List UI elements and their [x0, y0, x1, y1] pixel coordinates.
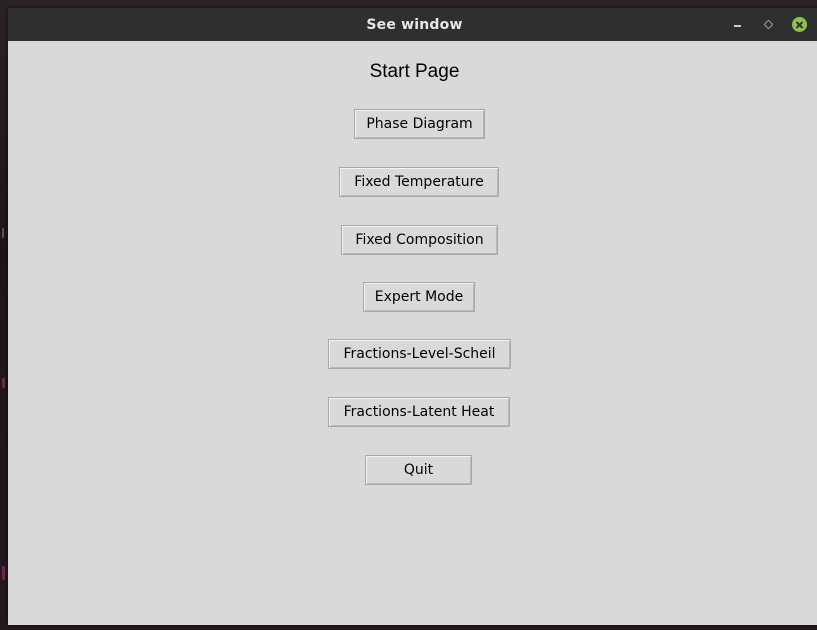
fractions-level-scheil-button[interactable]: Fractions-Level-Scheil [328, 339, 511, 369]
desktop-artifact [2, 228, 4, 238]
maximize-button[interactable] [759, 16, 777, 34]
desktop-artifact [2, 378, 5, 388]
title-bar[interactable]: See window [8, 8, 817, 41]
expert-mode-button[interactable]: Expert Mode [363, 282, 475, 312]
close-button[interactable] [790, 16, 808, 34]
close-icon [791, 17, 807, 32]
window-controls [715, 8, 817, 41]
fixed-temperature-button[interactable]: Fixed Temperature [339, 167, 499, 197]
page-title: Start Page [369, 61, 460, 82]
quit-button[interactable]: Quit [365, 455, 472, 485]
fractions-latent-heat-button[interactable]: Fractions-Latent Heat [328, 397, 510, 427]
window-title: See window [366, 16, 463, 33]
minimize-icon [733, 24, 741, 27]
minimize-button[interactable] [728, 16, 746, 34]
maximize-icon [763, 19, 773, 30]
start-page: Start Page Phase Diagram Fixed Temperatu… [8, 41, 817, 625]
desktop-artifact [2, 566, 5, 580]
phase-diagram-button[interactable]: Phase Diagram [354, 109, 485, 139]
fixed-composition-button[interactable]: Fixed Composition [341, 225, 498, 255]
app-window: See window Start Page Phase Diagram Fixe… [8, 8, 817, 625]
